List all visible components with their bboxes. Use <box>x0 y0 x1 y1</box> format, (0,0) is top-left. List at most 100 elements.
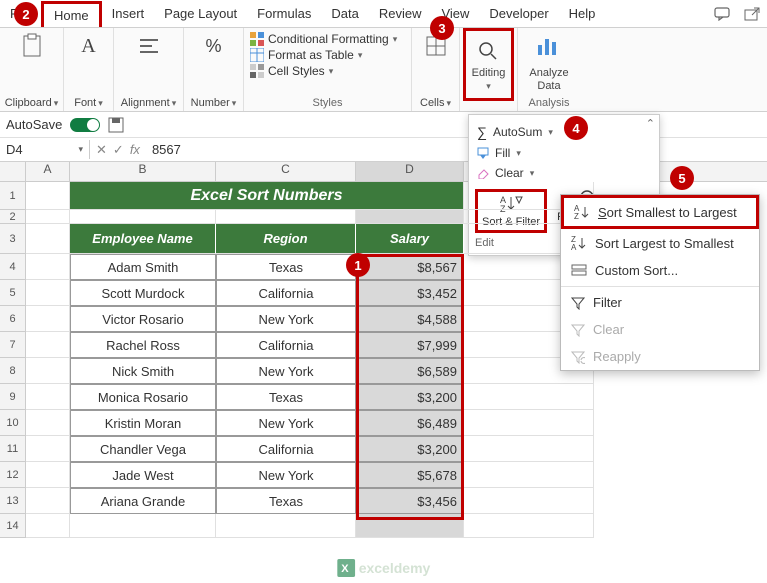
tab-review[interactable]: Review <box>369 2 432 25</box>
row-header[interactable]: 13 <box>0 488 26 514</box>
cell-region[interactable]: New York <box>216 358 356 384</box>
fx-icon[interactable]: fx <box>130 142 140 158</box>
chevron-down-icon[interactable]: ▾ <box>446 98 451 109</box>
cell-region[interactable]: New York <box>216 462 356 488</box>
cell-region[interactable]: New York <box>216 306 356 332</box>
cell-name[interactable]: Jade West <box>70 462 216 488</box>
tab-developer[interactable]: Developer <box>479 2 558 25</box>
cell-salary[interactable]: $4,588 <box>356 306 464 332</box>
cell-name[interactable]: Rachel Ross <box>70 332 216 358</box>
cell-salary[interactable]: $5,678 <box>356 462 464 488</box>
cell-region[interactable]: Texas <box>216 384 356 410</box>
cell-salary[interactable]: $8,567 <box>356 254 464 280</box>
cell-salary[interactable]: $3,452 <box>356 280 464 306</box>
chevron-down-icon[interactable]: ▾ <box>54 98 59 109</box>
sheet-title[interactable]: Excel Sort Numbers <box>70 182 464 210</box>
cell-region[interactable]: California <box>216 332 356 358</box>
cell-name[interactable]: Nick Smith <box>70 358 216 384</box>
cell-salary[interactable]: $7,999 <box>356 332 464 358</box>
fill-button[interactable]: Fill ▾ <box>475 143 653 163</box>
comments-button[interactable] <box>709 3 735 25</box>
cond-fmt-icon <box>250 32 264 46</box>
number-icon[interactable]: % <box>200 32 228 60</box>
cell-name[interactable]: Kristin Moran <box>70 410 216 436</box>
col-header-c[interactable]: C <box>216 162 356 181</box>
chevron-down-icon[interactable]: ▾ <box>232 98 237 109</box>
analyze-icon[interactable] <box>535 32 563 60</box>
row-header[interactable]: 14 <box>0 514 26 538</box>
row-header[interactable]: 1 <box>0 182 26 210</box>
cell-region[interactable]: New York <box>216 410 356 436</box>
header-salary[interactable]: Salary <box>356 224 464 254</box>
collapse-ribbon-icon[interactable]: ⌃ <box>646 117 655 130</box>
cell-salary[interactable]: $3,200 <box>356 436 464 462</box>
row-header[interactable]: 11 <box>0 436 26 462</box>
cell-region[interactable]: California <box>216 436 356 462</box>
cell-name[interactable]: Ariana Grande <box>70 488 216 514</box>
tab-formulas[interactable]: Formulas <box>247 2 321 25</box>
cell-name[interactable]: Victor Rosario <box>70 306 216 332</box>
watermark: X exceldemy <box>337 559 431 577</box>
name-box[interactable]: D4 ▾ <box>0 140 90 159</box>
custom-sort[interactable]: Custom Sort... <box>561 257 759 284</box>
cell-name[interactable]: Chandler Vega <box>70 436 216 462</box>
formula-input[interactable]: 8567 <box>146 140 767 159</box>
chevron-down-icon[interactable]: ▾ <box>98 98 103 109</box>
tab-help[interactable]: Help <box>559 2 606 25</box>
cell-region[interactable]: Texas <box>216 254 356 280</box>
cell-styles-button[interactable]: Cell Styles▾ <box>250 64 397 78</box>
col-header-a[interactable]: A <box>26 162 70 181</box>
cell-salary[interactable]: $6,589 <box>356 358 464 384</box>
cell-salary[interactable]: $3,456 <box>356 488 464 514</box>
tab-page-layout[interactable]: Page Layout <box>154 2 247 25</box>
tab-data[interactable]: Data <box>321 2 368 25</box>
sort-largest-to-smallest[interactable]: ZA Sort Largest to Smallest <box>561 229 759 257</box>
callout-5: 5 <box>670 166 694 190</box>
row-header[interactable]: 4 <box>0 254 26 280</box>
row-header[interactable]: 10 <box>0 410 26 436</box>
header-name[interactable]: Employee Name <box>70 224 216 254</box>
chevron-down-icon[interactable]: ▾ <box>78 144 83 155</box>
row-header[interactable]: 3 <box>0 224 26 254</box>
cell-salary[interactable]: $6,489 <box>356 410 464 436</box>
enter-formula-icon[interactable]: ✓ <box>113 142 124 158</box>
tab-home[interactable]: Home <box>41 1 102 27</box>
select-all-corner[interactable] <box>0 162 26 181</box>
sort-smallest-to-largest[interactable]: AZ SSort Smallest to Largestort Smallest… <box>561 195 759 229</box>
col-header-b[interactable]: B <box>70 162 216 181</box>
chevron-down-icon[interactable]: ▾ <box>172 98 177 109</box>
cell-name[interactable]: Monica Rosario <box>70 384 216 410</box>
format-as-table-button[interactable]: Format as Table▾ <box>250 48 397 62</box>
row-header[interactable]: 2 <box>0 210 26 224</box>
share-button[interactable] <box>739 3 765 25</box>
callout-1: 1 <box>346 253 370 277</box>
cell-region[interactable]: Texas <box>216 488 356 514</box>
row-header[interactable]: 12 <box>0 462 26 488</box>
row-header[interactable]: 5 <box>0 280 26 306</box>
row-header[interactable]: 6 <box>0 306 26 332</box>
row-header[interactable]: 7 <box>0 332 26 358</box>
font-label: Font <box>74 97 96 109</box>
tab-insert[interactable]: Insert <box>102 2 155 25</box>
clear-button[interactable]: Clear ▾ <box>475 163 653 183</box>
excel-icon: X <box>337 559 355 577</box>
cell-name[interactable]: Adam Smith <box>70 254 216 280</box>
save-icon[interactable] <box>108 117 124 133</box>
header-region[interactable]: Region <box>216 224 356 254</box>
conditional-formatting-button[interactable]: Conditional Formatting▾ <box>250 32 397 46</box>
cell-name[interactable]: Scott Murdock <box>70 280 216 306</box>
cell-salary[interactable]: $3,200 <box>356 384 464 410</box>
cancel-formula-icon[interactable]: ✕ <box>96 142 107 158</box>
group-number: % Number▾ <box>184 28 244 111</box>
autosave-toggle[interactable] <box>70 118 100 132</box>
row-header[interactable]: 9 <box>0 384 26 410</box>
col-header-d[interactable]: D <box>356 162 464 181</box>
font-icon[interactable]: A <box>75 32 103 60</box>
row-header[interactable]: 8 <box>0 358 26 384</box>
alignment-icon[interactable] <box>135 32 163 60</box>
filter-item[interactable]: Filter <box>561 289 759 316</box>
cell-region[interactable]: California <box>216 280 356 306</box>
group-cells: Cells▾ <box>412 28 460 111</box>
clipboard-icon[interactable] <box>18 32 46 60</box>
editing-button[interactable]: Editing▾ <box>463 28 515 101</box>
